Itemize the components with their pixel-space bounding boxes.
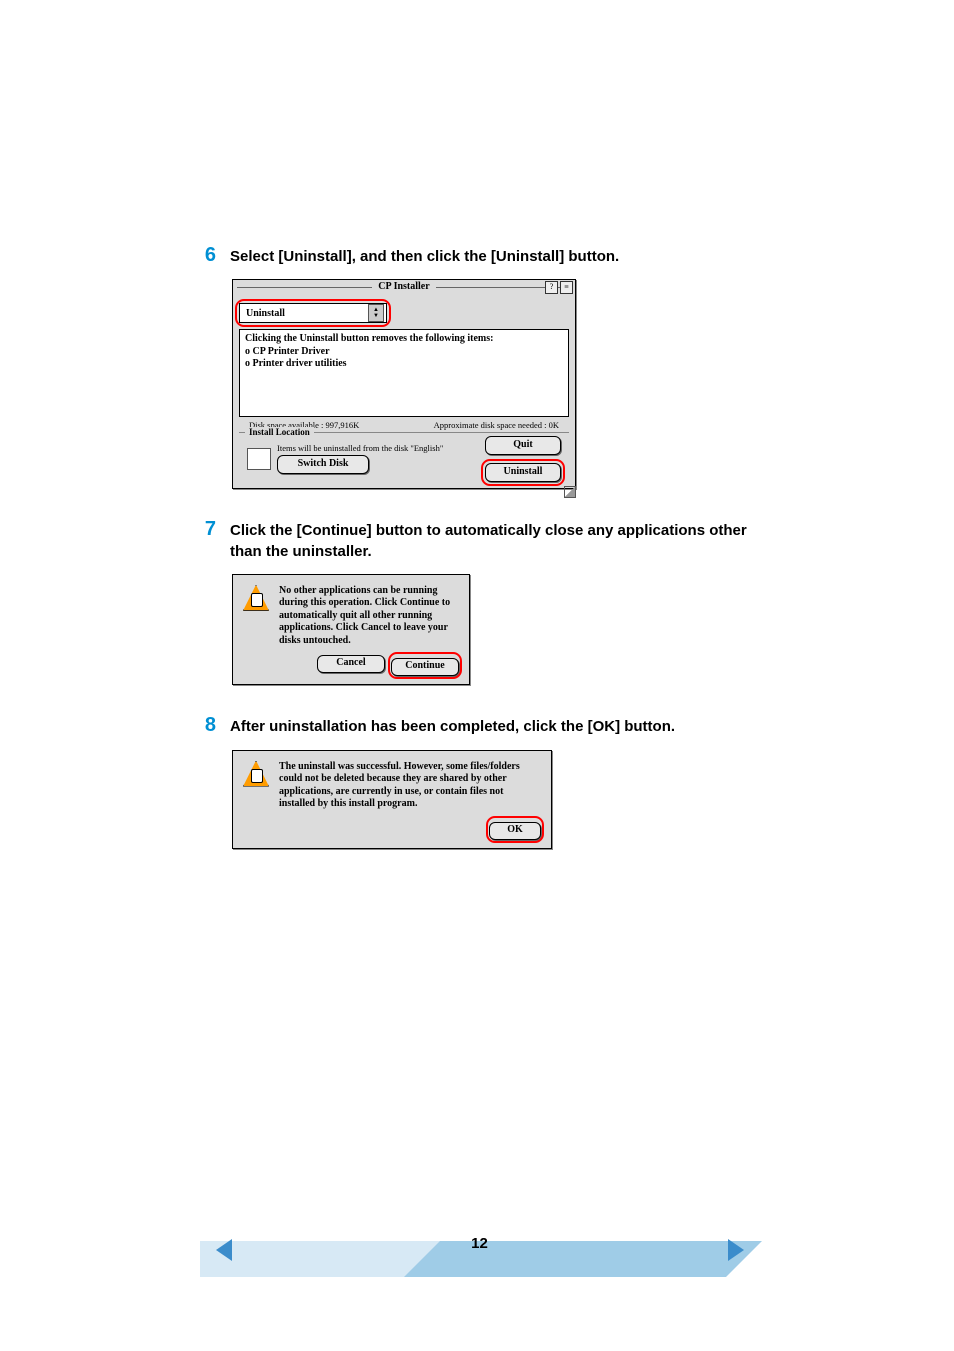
document-page: 6 Select [Uninstall], and then click the… bbox=[0, 0, 954, 1351]
step-6-figure: CP Installer ? ≡ Uninstall ▲▼ bbox=[232, 279, 759, 489]
page-number: 12 bbox=[200, 1235, 759, 1252]
info-line-2: o CP Printer Driver bbox=[245, 346, 563, 359]
select-arrows-icon: ▲▼ bbox=[368, 304, 384, 322]
prev-page-arrow-icon[interactable] bbox=[216, 1239, 232, 1261]
switch-disk-button[interactable]: Switch Disk bbox=[277, 455, 369, 474]
continue-dialog: No other applications can be running dur… bbox=[232, 574, 470, 686]
ok-dialog-text: The uninstall was successful. However, s… bbox=[279, 761, 541, 811]
step-6-head: 6 Select [Uninstall], and then click the… bbox=[200, 245, 759, 267]
quit-button[interactable]: Quit bbox=[485, 436, 561, 455]
resize-handle-icon[interactable] bbox=[564, 486, 576, 498]
mode-select[interactable]: Uninstall ▲▼ bbox=[239, 303, 387, 323]
info-panel: Clicking the Uninstall button removes th… bbox=[239, 329, 569, 417]
mode-select-value: Uninstall bbox=[246, 308, 285, 319]
step-8: 8 After uninstallation has been complete… bbox=[200, 715, 759, 848]
step-8-text: After uninstallation has been completed,… bbox=[230, 717, 675, 737]
dialog-titlebar: CP Installer ? ≡ bbox=[233, 280, 575, 295]
window-icon-1[interactable]: ? bbox=[545, 281, 558, 294]
page-footer: 12 bbox=[0, 1231, 954, 1281]
step-6-number: 6 bbox=[200, 245, 216, 265]
continue-dialog-text: No other applications can be running dur… bbox=[279, 585, 459, 648]
warning-icon bbox=[243, 585, 269, 611]
info-line-3: o Printer driver utilities bbox=[245, 358, 563, 371]
next-page-arrow-icon[interactable] bbox=[728, 1239, 744, 1261]
install-location-label: Install Location bbox=[245, 427, 314, 437]
info-line-1: Clicking the Uninstall button removes th… bbox=[245, 333, 563, 346]
ok-button[interactable]: OK bbox=[489, 822, 541, 840]
continue-button[interactable]: Continue bbox=[391, 658, 459, 676]
content-area: 6 Select [Uninstall], and then click the… bbox=[200, 245, 759, 879]
cancel-button[interactable]: Cancel bbox=[317, 655, 385, 673]
step-7-figure: No other applications can be running dur… bbox=[232, 574, 759, 686]
step-7: 7 Click the [Continue] button to automat… bbox=[200, 519, 759, 685]
step-6: 6 Select [Uninstall], and then click the… bbox=[200, 245, 759, 489]
mode-select-wrap: Uninstall ▲▼ bbox=[239, 303, 387, 323]
disk-needed: Approximate disk space needed : 0K bbox=[434, 420, 559, 430]
dialog-title: CP Installer bbox=[372, 281, 435, 292]
step-7-head: 7 Click the [Continue] button to automat… bbox=[200, 519, 759, 562]
step-7-text: Click the [Continue] button to automatic… bbox=[230, 521, 759, 562]
footer-bar: 12 bbox=[200, 1241, 759, 1277]
step-6-text: Select [Uninstall], and then click the [… bbox=[230, 247, 619, 267]
cp-installer-dialog: CP Installer ? ≡ Uninstall ▲▼ bbox=[232, 279, 576, 489]
step-8-head: 8 After uninstallation has been complete… bbox=[200, 715, 759, 737]
step-8-number: 8 bbox=[200, 715, 216, 735]
window-collapse-icon[interactable]: ≡ bbox=[560, 281, 573, 294]
step-8-figure: The uninstall was successful. However, s… bbox=[232, 750, 759, 849]
step-7-number: 7 bbox=[200, 519, 216, 539]
disk-icon bbox=[247, 448, 271, 470]
ok-dialog: The uninstall was successful. However, s… bbox=[232, 750, 552, 849]
warning-icon bbox=[243, 761, 269, 787]
uninstall-button[interactable]: Uninstall bbox=[485, 463, 561, 482]
